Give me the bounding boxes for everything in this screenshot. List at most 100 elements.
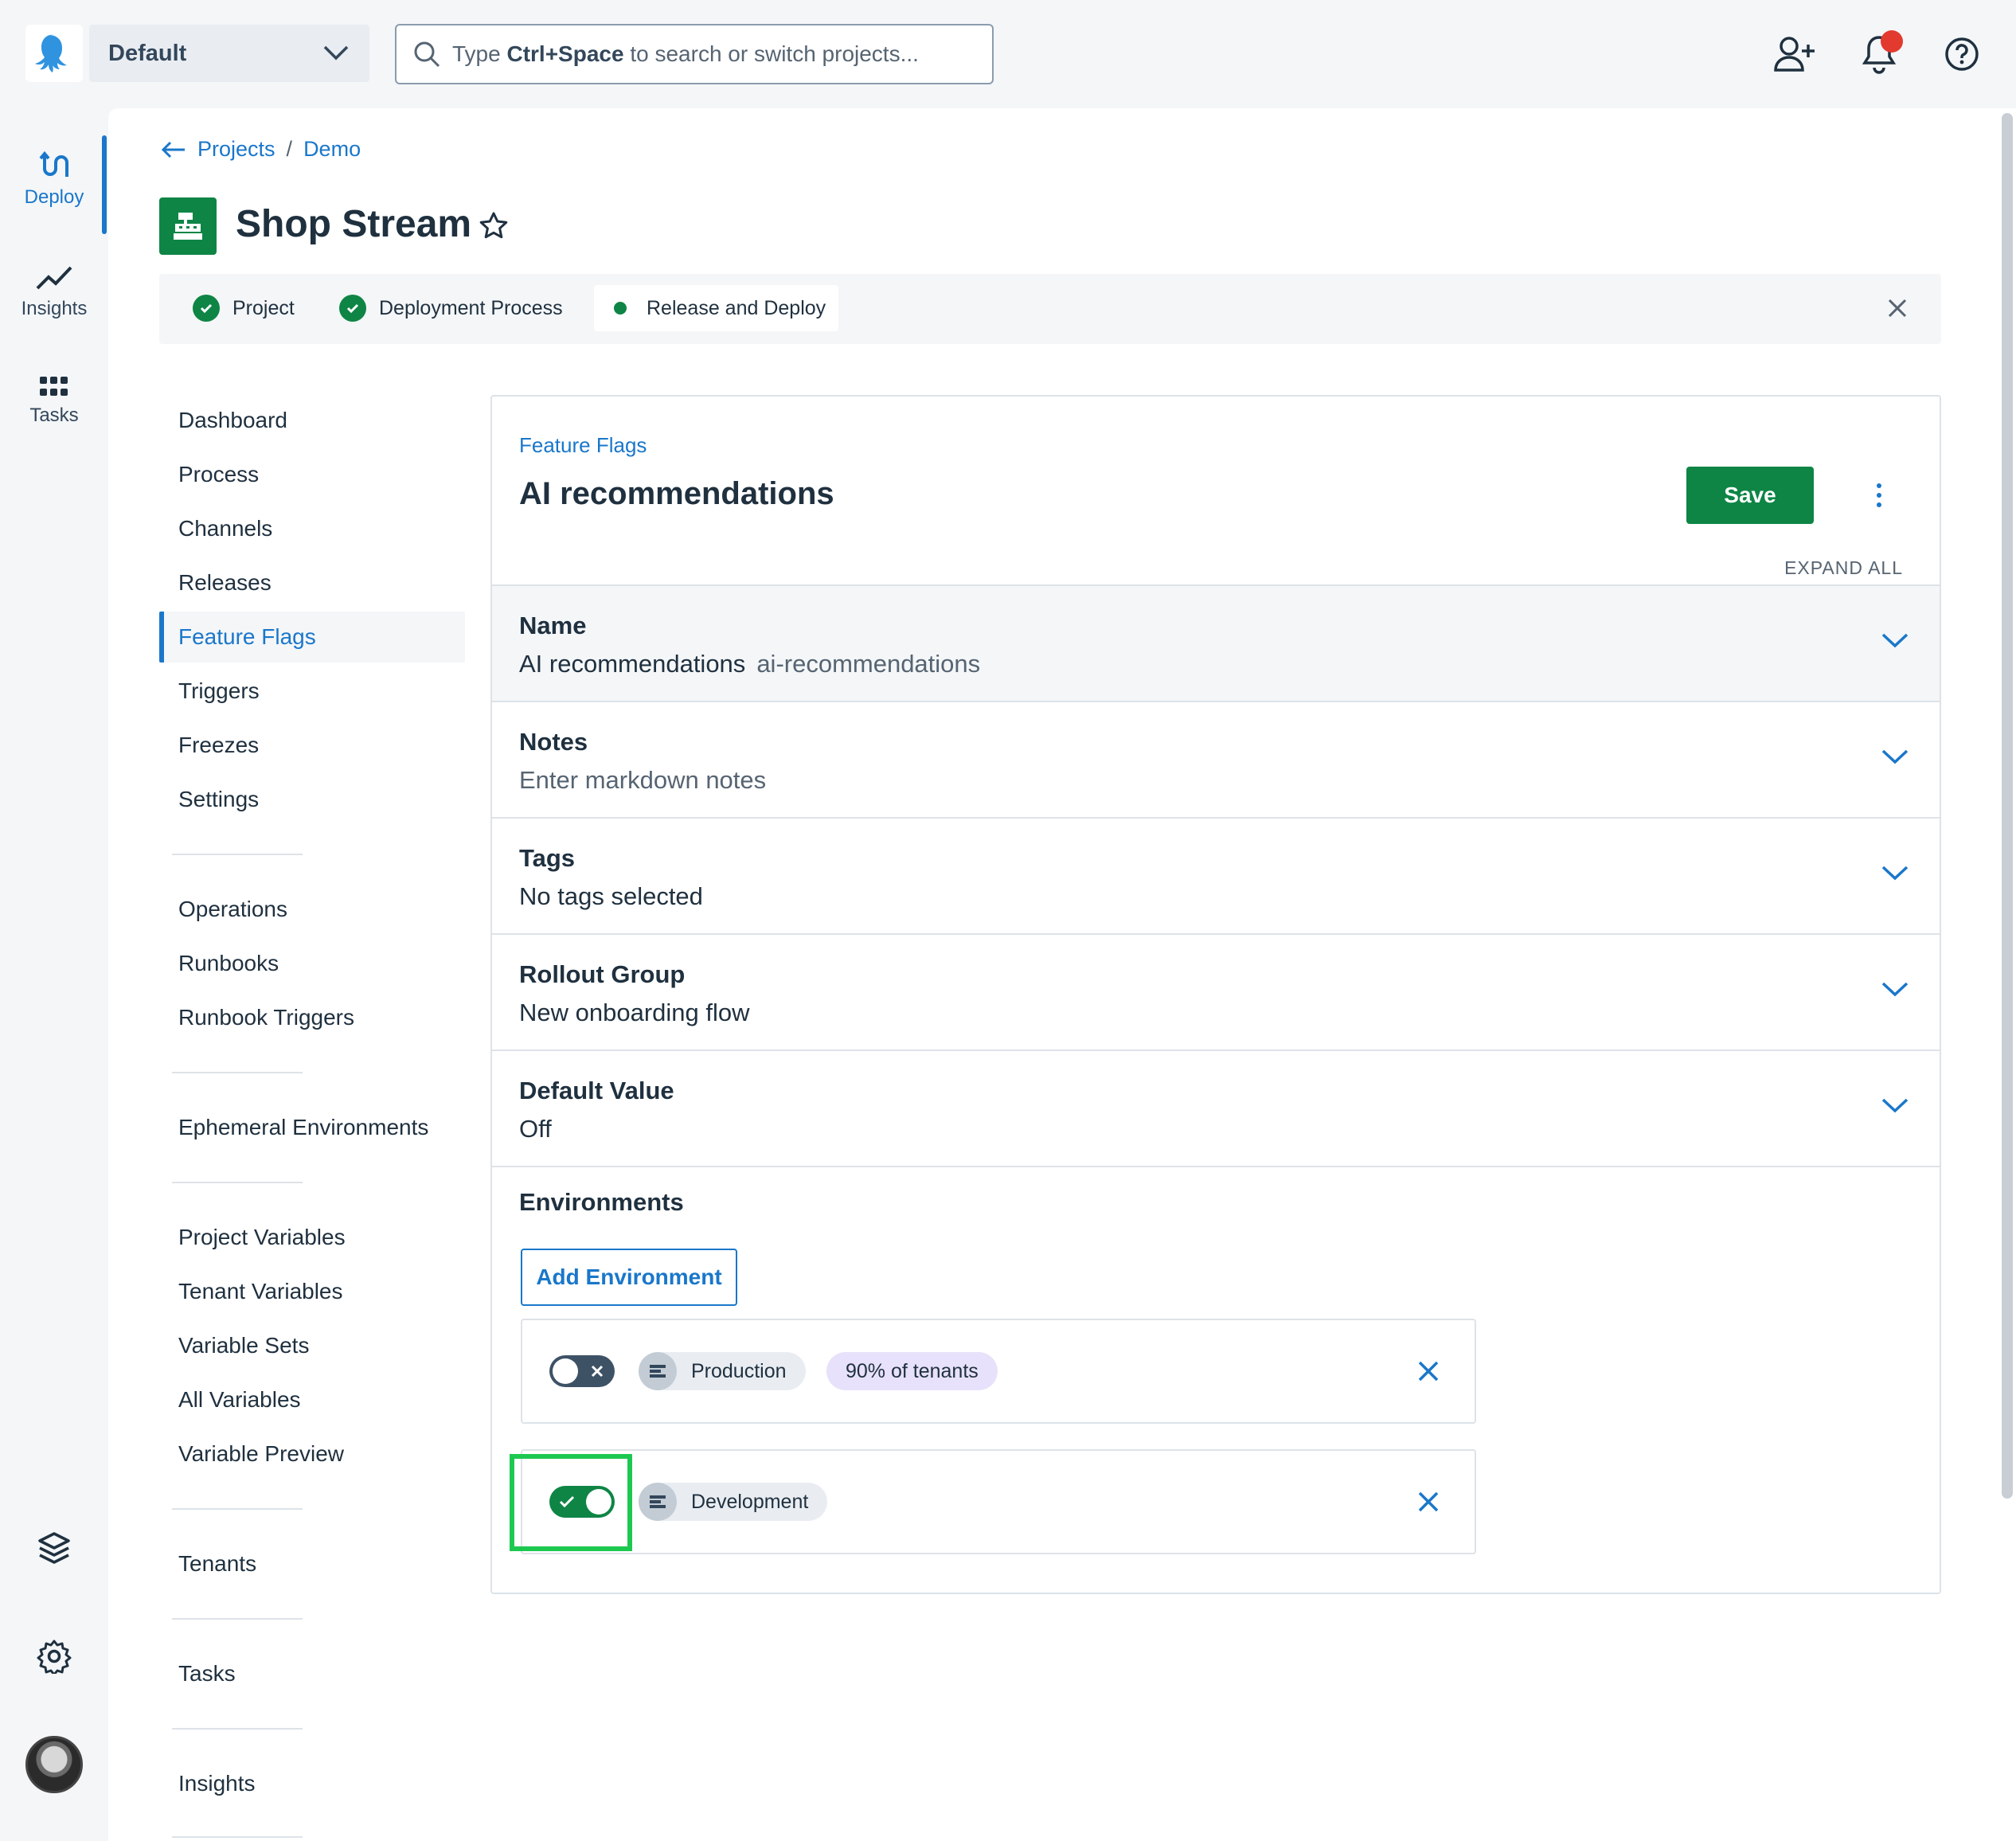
notification-badge [1881,30,1903,53]
environment-name: Production [691,1359,787,1382]
chevron-down-icon [1881,749,1909,764]
subnav-settings[interactable]: Settings [159,774,465,825]
gear-icon [37,1640,72,1674]
subnav-runbooks[interactable]: Runbooks [159,938,465,989]
section-title: Default Value [519,1077,674,1104]
section-title: Name [519,612,587,639]
configuration-button[interactable] [27,1629,81,1683]
subnav-process[interactable]: Process [159,449,465,500]
library-button[interactable] [27,1521,81,1575]
section-title: Rollout Group [519,960,686,988]
cash-register-icon [174,213,202,240]
subnav-all-variables[interactable]: All Variables [159,1374,465,1425]
remove-environment-button[interactable] [1416,1358,1441,1384]
rail-insights-label: Insights [21,298,88,319]
step-label: Deployment Process [379,296,563,319]
help-icon [1945,37,1979,71]
check-circle-icon [339,295,366,322]
subnav-ephemeral-environments[interactable]: Ephemeral Environments [159,1102,465,1153]
rail-deploy[interactable]: Deploy [0,150,108,209]
section-title: Notes [519,728,588,756]
subnav-releases[interactable]: Releases [159,557,465,608]
subnav-tenants[interactable]: Tenants [159,1538,465,1589]
invite-user-button[interactable] [1772,32,1817,76]
onboarding-steps: Project Deployment Process Release and D… [159,274,1941,344]
chevron-down-icon [1881,1098,1909,1113]
subnav-channels[interactable]: Channels [159,503,465,554]
breadcrumb-projects[interactable]: Projects [197,137,275,162]
section-tags[interactable]: Tags No tags selected [492,817,1940,933]
subnav-dashboard[interactable]: Dashboard [159,395,465,446]
subnav-divider [172,1728,303,1730]
environment-row-production: Production 90% of tenants [521,1319,1476,1424]
scrollbar[interactable] [2002,113,2013,1499]
subnav-divider [172,1508,303,1510]
subnav-tasks[interactable]: Tasks [159,1648,465,1699]
subnav-variable-sets[interactable]: Variable Sets [159,1320,465,1371]
more-options-button[interactable] [1865,475,1893,516]
flag-slug: ai-recommendations [756,650,981,678]
step-deployment-process[interactable]: Deployment Process [326,285,576,331]
octopus-logo[interactable] [25,25,83,82]
subnav-triggers[interactable]: Triggers [159,666,465,717]
star-icon [479,212,508,239]
section-divider [492,1166,1940,1167]
rail-insights[interactable]: Insights [0,261,108,320]
current-step-dot-icon [614,302,627,315]
add-user-icon [1774,37,1815,72]
step-project[interactable]: Project [180,285,307,331]
subnav-runbook-triggers[interactable]: Runbook Triggers [159,992,465,1043]
subnav-freezes[interactable]: Freezes [159,720,465,771]
search-placeholder: Type Ctrl+Space to search or switch proj… [452,41,919,66]
rail-tasks-label: Tasks [29,405,79,426]
subnav-divider [172,854,303,855]
environments-title: Environments [519,1188,684,1216]
favorite-button[interactable] [478,210,510,246]
environment-row-development: Development [521,1449,1476,1554]
breadcrumb-separator: / [286,137,293,161]
avatar[interactable] [25,1736,83,1793]
save-button[interactable]: Save [1686,467,1814,524]
section-title: Tags [519,844,576,872]
expand-all-button[interactable]: EXPAND ALL [1784,557,1903,579]
environment-name: Development [691,1490,809,1513]
feature-flags-link[interactable]: Feature Flags [519,433,647,458]
section-name[interactable]: Name AI recommendations ai-recommendation… [492,584,1940,701]
section-value: No tags selected [519,882,703,910]
subnav-operations[interactable]: Operations [159,884,465,935]
page-title: Shop Stream [236,203,472,245]
section-default-value[interactable]: Default Value Off [492,1049,1940,1166]
chevron-down-icon [323,45,349,61]
subnav-project-variables[interactable]: Project Variables [159,1212,465,1263]
subnav-divider [172,1182,303,1183]
x-icon [591,1365,604,1378]
insights-icon [36,266,72,290]
subnav-variable-preview[interactable]: Variable Preview [159,1429,465,1479]
rail-tasks[interactable]: Tasks [0,374,108,427]
subnav-tenant-variables[interactable]: Tenant Variables [159,1266,465,1317]
environment-chip: Development [639,1483,828,1521]
help-button[interactable] [1940,32,1984,76]
feature-flag-card: Feature Flags AI recommendations Save EX… [490,395,1941,1594]
subnav-divider [172,1836,303,1838]
chevron-down-icon [1881,633,1909,648]
search-icon [414,41,440,68]
section-notes[interactable]: Notes Enter markdown notes [492,701,1940,817]
project-logo [159,197,217,255]
search-input[interactable]: Type Ctrl+Space to search or switch proj… [395,24,994,84]
step-release-and-deploy[interactable]: Release and Deploy [594,285,839,331]
chevron-down-icon [1881,982,1909,997]
breadcrumb-demo[interactable]: Demo [303,137,361,162]
remove-environment-button[interactable] [1416,1489,1441,1515]
environment-icon [639,1352,677,1390]
octopus-icon [35,34,67,72]
section-rollout-group[interactable]: Rollout Group New onboarding flow [492,933,1940,1049]
close-steps-button[interactable] [1885,296,1909,324]
add-environment-button[interactable]: Add Environment [521,1249,737,1306]
subnav-insights[interactable]: Insights [159,1758,465,1809]
space-selector[interactable]: Default [89,25,369,82]
production-toggle[interactable] [549,1355,615,1387]
tenant-percentage-chip[interactable]: 90% of tenants [826,1352,998,1390]
subnav-feature-flags[interactable]: Feature Flags [159,612,465,663]
section-value: New onboarding flow [519,999,750,1026]
